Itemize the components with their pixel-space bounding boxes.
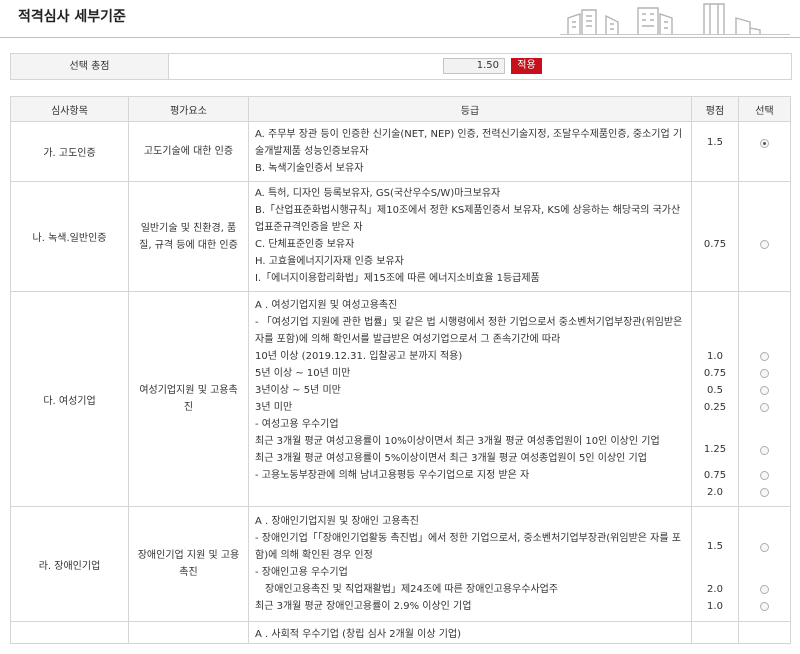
criteria-item-cell: 나. 녹색.일반인증 [10,181,129,292]
evaluation-element-label: 고도기술에 대한 인증 [143,146,234,157]
score-value: 1.25 [703,444,727,455]
radio-option[interactable] [760,403,769,412]
radio-option[interactable] [760,602,769,611]
score-value: 1.0 [707,351,723,362]
grade-line: - 고용노동부장관에 의해 남녀고용평등 우수기업으로 지정 받은 자 [255,470,530,481]
header-grade: 등급 [248,96,692,122]
table-row: 라. 장애인기업 장애인기업 지원 및 고용촉진 A . 장애인기업지원 및 장애인… [10,506,791,622]
grade-cell: A. 특허, 디자인 등록보유자, GS(국산우수S/W)마크보유자 B.「산업표… [248,181,692,292]
select-cell [738,121,791,182]
grade-line: A . 장애인기업지원 및 장애인 고용촉진 [255,516,419,527]
score-cell: 1.5 2.0 1.0 [691,506,739,622]
header-item: 심사항목 [10,96,129,122]
table-row: 다. 여성기업 여성기업지원 및 고용촉진 A . 여성기업지원 및 여성고용촉진 -… [10,291,791,507]
criteria-item-cell: 가. 고도인증 [10,121,129,182]
grade-line: H. 고효율에너지기자재 인증 보유자 [255,256,404,267]
grade-cell: A . 여성기업지원 및 여성고용촉진 - 「여성기업 지원에 관한 법률」및 같… [248,291,692,507]
grade-cell: A . 장애인기업지원 및 장애인 고용촉진 - 장애인기업「「장애인기업활동 촉… [248,506,692,622]
grade-line: A. 특허, 디자인 등록보유자, GS(국산우수S/W)마크보유자 [255,188,501,199]
apply-button[interactable]: 적용 [511,58,542,74]
score-value: 1.5 [707,541,723,552]
score-value: 0.25 [703,402,727,413]
total-score-label: 선택 총점 [11,54,169,79]
grade-line: A . 사회적 우수기업 (창립 심사 2개월 이상 기업) [255,629,462,640]
grade-cell: A . 사회적 우수기업 (창립 심사 2개월 이상 기업) [248,621,692,644]
radio-option[interactable] [760,352,769,361]
grade-line: C. 단체표준인증 보유자 [255,239,355,250]
table-row: 가. 고도인증 고도기술에 대한 인증 A. 주무부 장관 등이 인증한 신기술(N… [10,121,791,182]
evaluation-element-cell: 고도기술에 대한 인증 [128,121,249,182]
score-value: 2.0 [707,487,723,498]
score-value: 0.75 [703,368,727,379]
score-value: 2.0 [707,584,723,595]
select-cell [738,621,791,644]
evaluation-element-cell: 일반기술 및 친환경, 품질, 규격 등에 대한 인증 [128,181,249,292]
grade-line: 3년 미만 [255,402,293,413]
radio-option[interactable] [760,445,769,455]
criteria-table: 심사항목 평가요소 등급 평점 선택 가. 고도인증 고도기술에 대한 인증 A. … [10,96,791,644]
evaluation-element-cell: 장애인기업 지원 및 고용촉진 [128,506,249,622]
grade-line: - 장애인기업「「장애인기업활동 촉진법」에서 정한 기업으로서, 중소벤처기업… [255,533,681,561]
score-value: 1.0 [707,601,723,612]
grade-line: 3년이상 ~ 5년 미만 [255,385,341,396]
radio-option[interactable] [760,240,769,249]
grade-line: 최근 3개월 평균 장애인고용률이 2.9% 이상인 기업 [255,601,472,612]
table-header-row: 심사항목 평가요소 등급 평점 선택 [10,96,791,122]
page-title: 적격심사 세부기준 [18,9,126,25]
score-value: 1.5 [707,137,723,148]
radio-option[interactable] [760,471,769,480]
header-element: 평가요소 [128,96,249,122]
radio-option[interactable] [760,386,769,395]
grade-line: 최근 3개월 평균 여성고용률이 10%이상이면서 최근 3개월 평균 여성종업… [255,436,660,447]
evaluation-element-label: 여성기업지원 및 고용촉진 [139,385,238,413]
select-cell [738,181,791,292]
radio-selected[interactable] [760,138,769,148]
grade-line: - 「여성기업 지원에 관한 법률」및 같은 법 시행령에서 정한 기업으로서 … [255,317,683,345]
grade-line: 5년 이상 ~ 10년 미만 [255,368,351,379]
select-cell [738,291,791,507]
total-score-field[interactable]: 1.50 [443,58,505,74]
score-value: 0.5 [707,385,723,396]
radio-option[interactable] [760,585,769,594]
grade-line: - 장애인고용 우수기업 [255,567,348,578]
evaluation-element-label: 일반기술 및 친환경, 품질, 규격 등에 대한 인증 [139,222,238,251]
grade-line: B. 녹색기술인증서 보유자 [255,163,364,174]
grade-line: 장애인고용촉진 및 직업재활법」제24조에 따른 장애인고용우수사업주 [255,584,559,595]
grade-line: I.「에너지이용합리화법」제15조에 따른 에너지소비효율 1등급제품 [255,273,540,284]
grade-line: A . 여성기업지원 및 여성고용촉진 [255,300,398,311]
score-value: 0.75 [703,239,727,250]
grade-line: - 여성고용 우수기업 [255,419,339,430]
table-row: 나. 녹색.일반인증 일반기술 및 친환경, 품질, 규격 등에 대한 인증 A. … [10,181,791,292]
evaluation-element-cell [128,621,249,644]
score-cell: 1.5 [691,121,739,182]
score-cell [691,621,739,644]
grade-line: A. 주무부 장관 등이 인증한 신기술(NET, NEP) 인증, 전력신기술… [255,129,683,157]
evaluation-element-label: 장애인기업 지원 및 고용촉진 [137,550,240,578]
criteria-item-label: 라. 장애인기업 [38,560,101,572]
criteria-item-label: 다. 여성기업 [43,395,96,407]
criteria-item-cell: 다. 여성기업 [10,291,129,507]
grade-line: 10년 이상 (2019.12.31. 입찰공고 분까지 적용) [255,351,463,362]
score-cell: 1.0 0.75 0.5 0.25 1.25 0.75 2.0 [691,291,739,507]
grade-cell: A. 주무부 장관 등이 인증한 신기술(NET, NEP) 인증, 전력신기술… [248,121,692,182]
radio-option[interactable] [760,542,769,552]
criteria-item-cell [10,621,129,644]
grade-line: B.「산업표준화법시행규칙」제10조에서 정한 KS제품인증서 보유자, KS에… [255,205,681,233]
header-select: 선택 [738,96,791,122]
total-score-panel: 선택 총점 1.50 적용 [10,53,792,80]
table-row: A . 사회적 우수기업 (창립 심사 2개월 이상 기업) [10,621,791,644]
page-header: 적격심사 세부기준 [0,0,800,38]
grade-line: 최근 3개월 평균 여성고용률이 5%이상이면서 최근 3개월 평균 여성종업원… [255,453,647,464]
criteria-item-label: 가. 고도인증 [43,148,96,159]
city-buildings-illustration [560,3,790,35]
header-score: 평점 [691,96,739,122]
select-cell [738,506,791,622]
score-cell: 0.75 [691,181,739,292]
criteria-item-label: 나. 녹색.일반인증 [32,233,107,244]
radio-option[interactable] [760,488,769,497]
radio-option[interactable] [760,369,769,378]
evaluation-element-cell: 여성기업지원 및 고용촉진 [128,291,249,507]
score-value: 0.75 [703,470,727,481]
criteria-item-cell: 라. 장애인기업 [10,506,129,622]
